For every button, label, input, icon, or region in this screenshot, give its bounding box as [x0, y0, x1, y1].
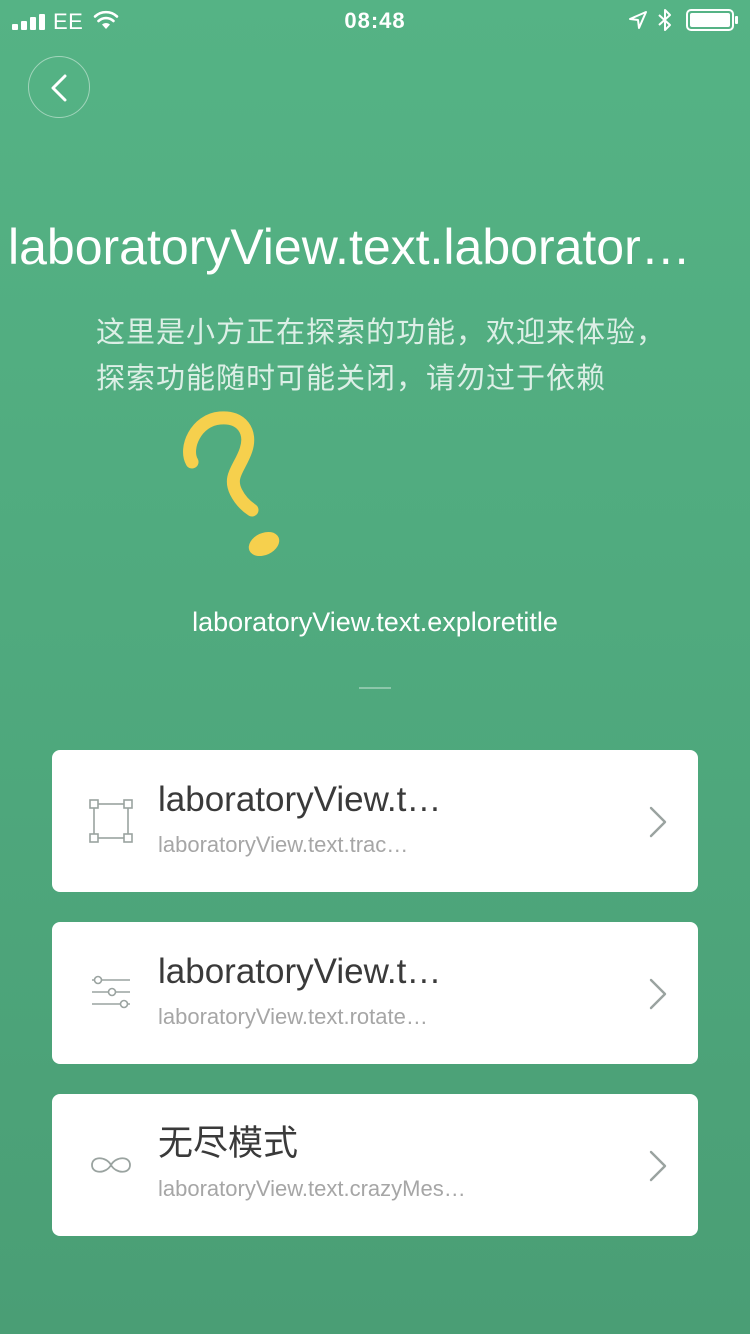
frame-select-icon [89, 799, 133, 843]
feature-title: laboratoryView.t… [158, 952, 442, 991]
section-divider [359, 687, 391, 689]
chevron-right-icon [649, 806, 667, 838]
sliders-icon [92, 975, 130, 1009]
feature-subtitle: laboratoryView.text.trac… [158, 832, 409, 857]
feature-subtitle: laboratoryView.text.crazyMes… [158, 1176, 466, 1201]
chevron-right-icon [649, 1150, 667, 1182]
feature-title: laboratoryView.t… [158, 780, 442, 819]
feature-card-2[interactable]: laboratoryView.t… laboratoryView.text.ro… [52, 922, 698, 1064]
chevron-right-icon [649, 978, 667, 1010]
battery-icon [686, 9, 738, 31]
back-button[interactable] [28, 56, 90, 118]
intro-line-2: 探索功能随时可能关闭，请勿过于依赖 [96, 363, 607, 395]
intro-text: 这里是小方正在探索的功能，欢迎来体验， 探索功能随时可能关闭，请勿过于依赖 [96, 310, 696, 402]
question-mark-icon [183, 411, 280, 557]
page-title: laboratoryView.text.laborator… [8, 219, 691, 275]
chevron-left-icon [51, 74, 67, 102]
location-arrow-icon [629, 11, 647, 29]
infinity-icon [91, 1157, 131, 1173]
status-bar: EE 08:48 [0, 0, 750, 40]
feature-card-1[interactable]: laboratoryView.t… laboratoryView.text.tr… [52, 750, 698, 892]
intro-line-1: 这里是小方正在探索的功能，欢迎来体验， [96, 317, 667, 349]
explore-title: laboratoryView.text.exploretitle [192, 607, 558, 637]
feature-card-3[interactable]: 无尽模式 laboratoryView.text.crazyMes… [52, 1094, 698, 1236]
bluetooth-icon [658, 9, 671, 31]
feature-title: 无尽模式 [158, 1124, 299, 1163]
feature-subtitle: laboratoryView.text.rotate… [158, 1004, 428, 1029]
